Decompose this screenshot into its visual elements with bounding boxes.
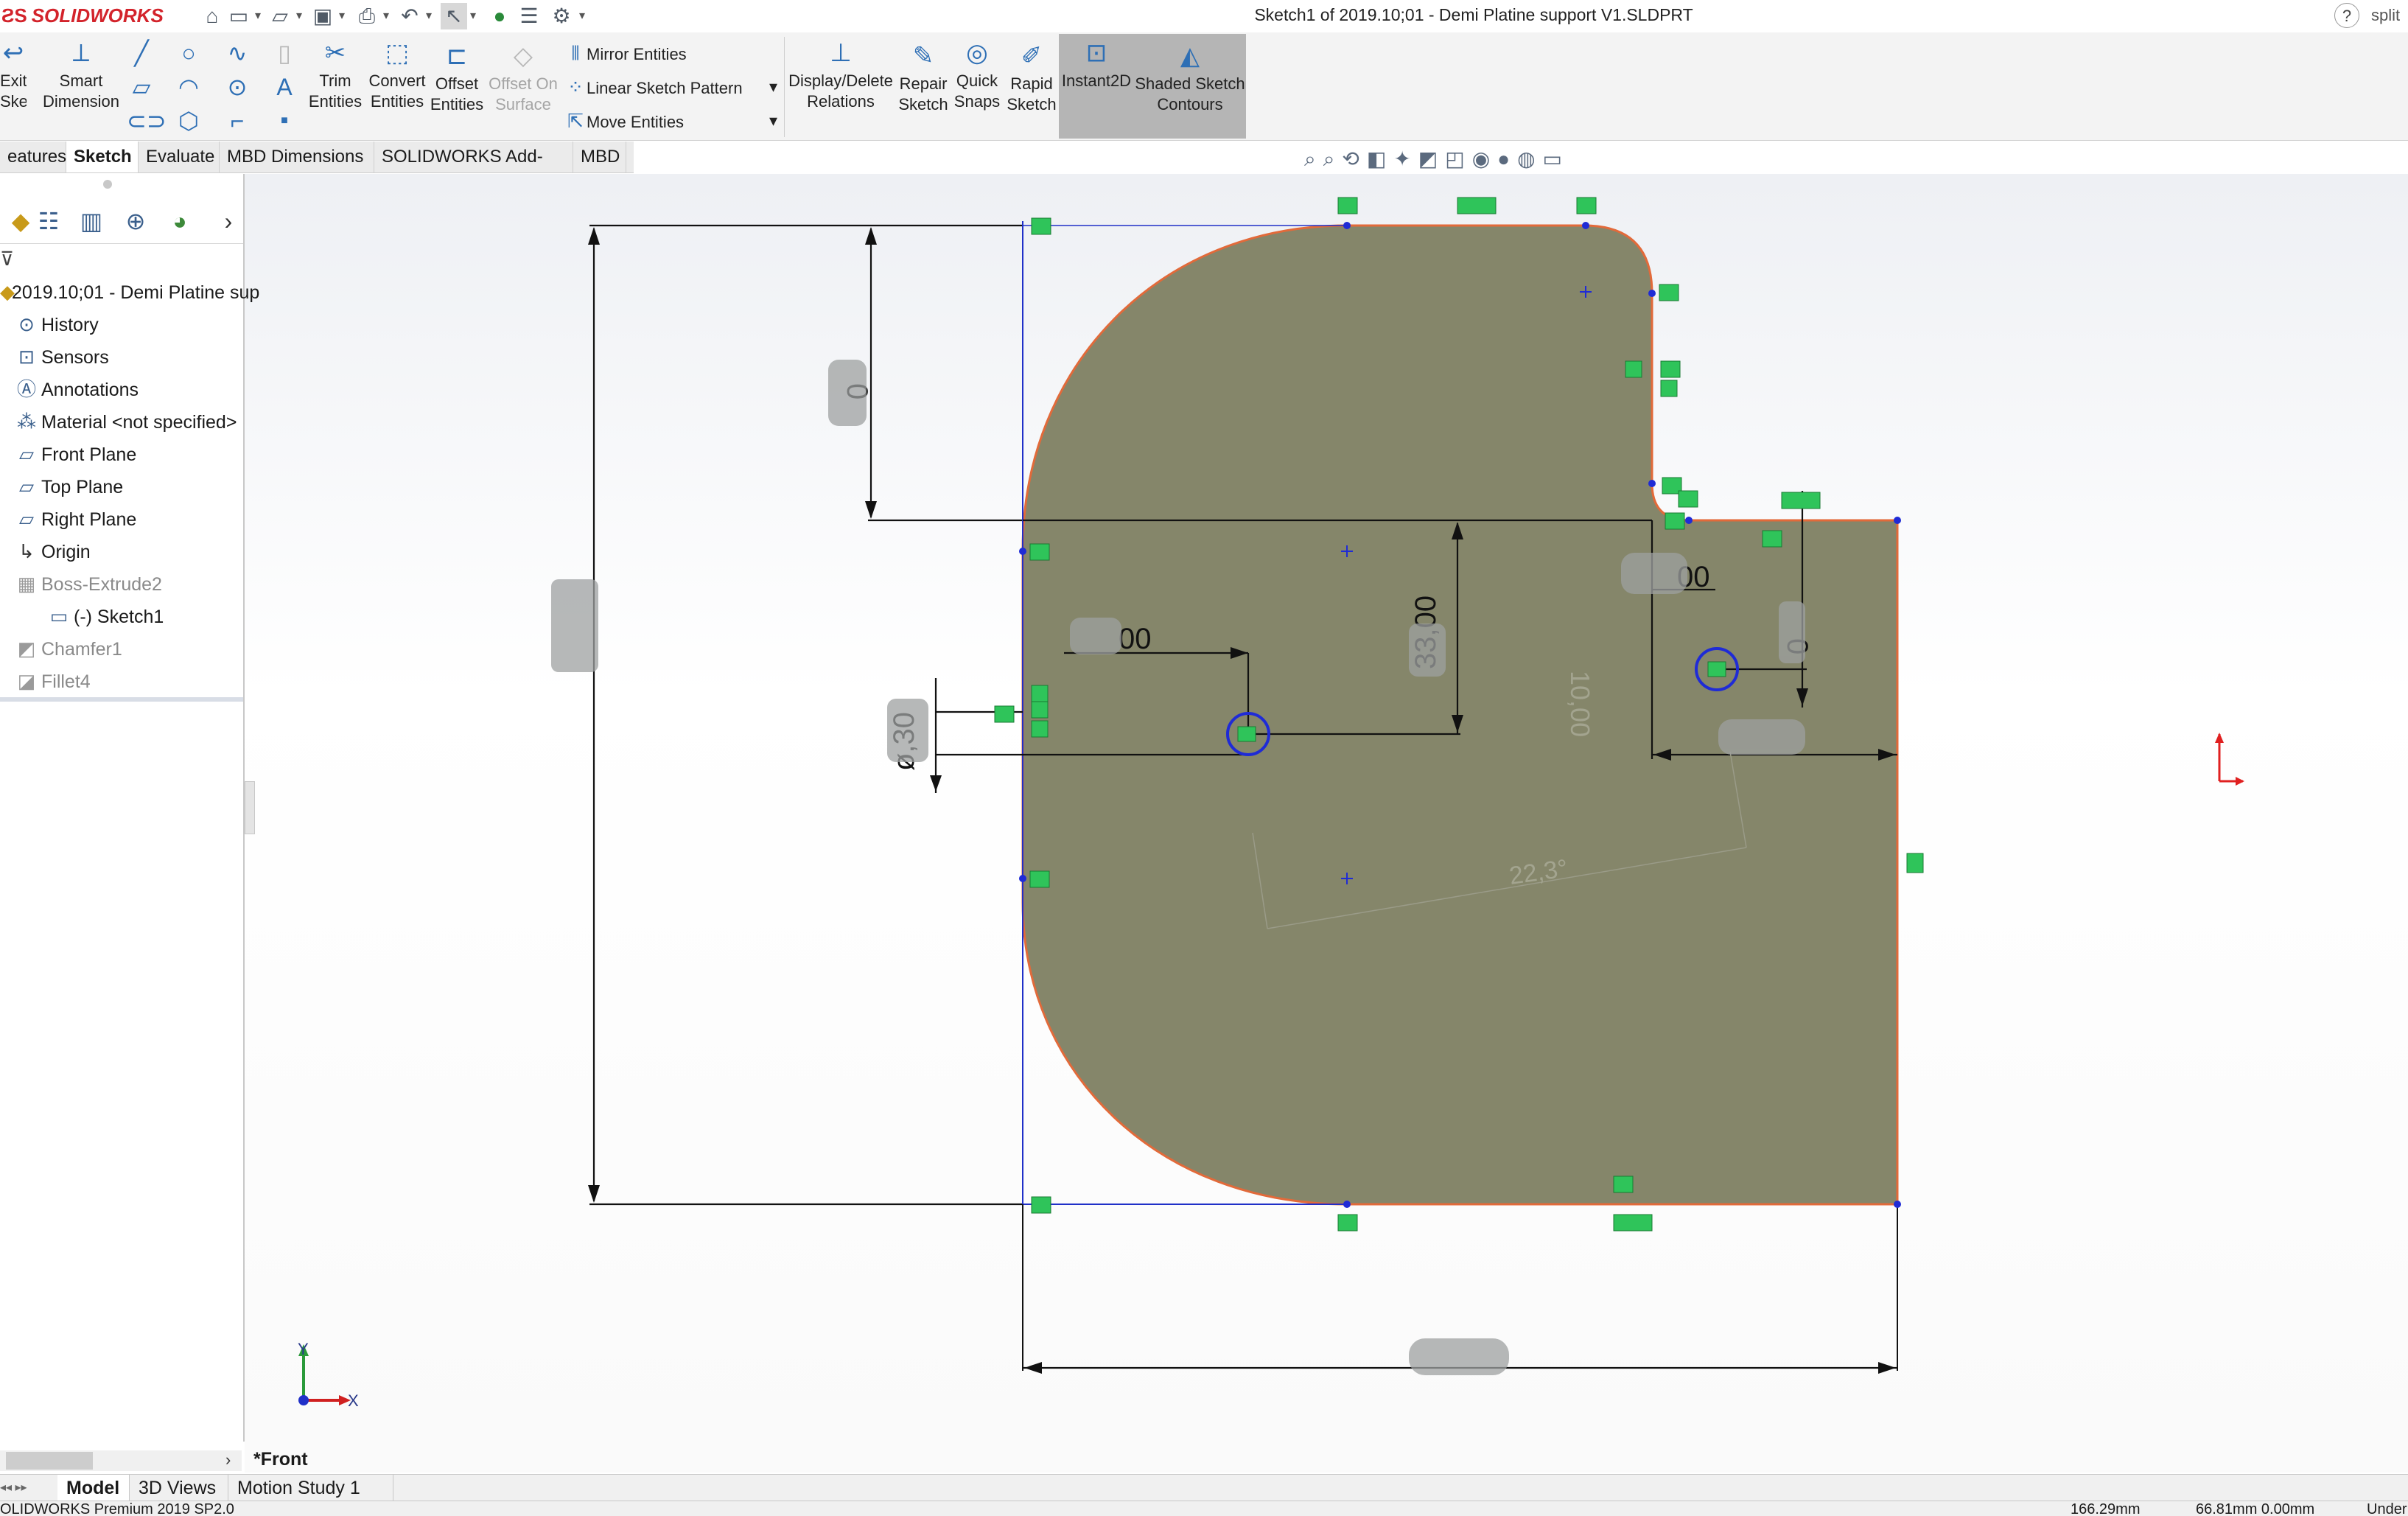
tree-item-front-plane[interactable]: ▱ Front Plane	[12, 438, 136, 470]
tree-root-label: 2019.10;01 - Demi Platine sup	[12, 282, 260, 303]
tree-item-origin[interactable]: ↳ Origin	[12, 535, 91, 567]
panel-collapse-handle[interactable]	[245, 781, 255, 834]
status-sketch-state: Under	[2367, 1501, 2407, 1516]
tree-item-label: Fillet4	[41, 671, 91, 692]
tab-3d-views[interactable]: 3D Views	[130, 1475, 228, 1501]
extrude-icon: ▦	[17, 573, 36, 595]
sensors-icon: ⊡	[18, 346, 35, 368]
tree-item-annotations[interactable]: Ⓐ Annotations	[12, 373, 139, 405]
arrowhead	[865, 501, 877, 519]
sketch-origin-indicator	[2215, 733, 2244, 786]
tree-item-label: Chamfer1	[41, 639, 122, 660]
scrollbar-thumb[interactable]	[6, 1452, 93, 1470]
sketch-canvas[interactable]: 0 00 33,00 ø,30 00 0 10,00 22,3° Y X	[0, 0, 2408, 1515]
tab-scroll-arrows-icon[interactable]: ◂◂ ▸▸	[0, 1475, 53, 1501]
scroll-right-chevron-icon[interactable]: ›	[225, 1450, 231, 1470]
tree-item-boss-extrude2[interactable]: ▦ Boss-Extrude2	[12, 567, 162, 600]
tab-model[interactable]: Model	[57, 1475, 130, 1501]
chamfer-icon: ◩	[17, 638, 36, 660]
display-manager-tab-icon[interactable]: ◕	[159, 199, 200, 243]
annotations-icon: Ⓐ	[16, 378, 36, 400]
material-icon: ⁂	[17, 411, 36, 433]
tree-item-label: Material <not specified>	[41, 412, 237, 433]
triad-x-label: X	[348, 1391, 359, 1410]
part-icon: ◆	[0, 281, 15, 303]
panel-splitter[interactable]	[0, 697, 243, 702]
panel-expand-chevron-icon[interactable]: ›	[208, 199, 249, 243]
filter-icon[interactable]: ⊽	[0, 248, 14, 270]
tree-item-sketch1[interactable]: ▭ (-) Sketch1	[44, 600, 164, 632]
tree-item-label: Top Plane	[41, 477, 124, 497]
arrowhead	[1878, 1362, 1896, 1374]
status-product-version: OLIDWORKS Premium 2019 SP2.0	[0, 1501, 234, 1516]
panel-grip-icon[interactable]	[103, 180, 112, 189]
triad-y-label: Y	[298, 1340, 309, 1358]
arrowhead	[588, 1185, 600, 1203]
sketch-icon: ▭	[49, 605, 69, 627]
status-coord-yz: 66.81mm 0.00mm	[2196, 1501, 2315, 1516]
property-manager-tab-icon[interactable]: ☷	[28, 199, 69, 243]
tree-item-top-plane[interactable]: ▱ Top Plane	[12, 470, 123, 503]
fillet-icon: ◪	[17, 670, 36, 692]
arrowhead	[588, 227, 600, 245]
status-coord-x: 166.29mm	[2071, 1501, 2141, 1516]
dimension-hole1-horizontal[interactable]: 00	[1119, 623, 1152, 655]
origin-icon: ↳	[18, 540, 35, 562]
plane-icon: ▱	[19, 443, 34, 465]
tree-item-fillet4[interactable]: ◪ Fillet4	[12, 665, 91, 697]
plane-icon: ▱	[19, 508, 34, 530]
arrowhead	[865, 227, 877, 245]
tree-item-label: (-) Sketch1	[74, 607, 164, 627]
plane-icon: ▱	[19, 475, 34, 497]
tree-item-label: Front Plane	[41, 444, 137, 465]
tree-item-label: Right Plane	[41, 509, 137, 530]
tree-item-history[interactable]: ⊙ History	[12, 308, 99, 340]
tree-item-label: History	[41, 315, 99, 335]
tree-item-label: Origin	[41, 542, 91, 562]
tree-item-label: Sensors	[41, 347, 109, 368]
tree-item-chamfer1[interactable]: ◩ Chamfer1	[12, 632, 122, 665]
configuration-manager-tab-icon[interactable]: ▥	[71, 199, 112, 243]
left-height-dimension[interactable]	[589, 224, 1023, 1206]
history-icon: ⊙	[18, 313, 35, 335]
arrowhead	[930, 775, 942, 792]
tree-item-sensors[interactable]: ⊡ Sensors	[12, 340, 109, 373]
tree-item-label: Boss-Extrude2	[41, 574, 162, 595]
tree-root[interactable]: ◆2019.10;01 - Demi Platine sup	[0, 276, 259, 308]
tree-item-material[interactable]: ⁂ Material <not specified>	[12, 405, 237, 438]
view-name-label: *Front	[253, 1449, 308, 1470]
bottom-tab-bar: ◂◂ ▸▸ Model 3D Views Motion Study 1	[0, 1474, 2408, 1501]
tree-item-right-plane[interactable]: ▱ Right Plane	[12, 503, 136, 535]
dimxpert-manager-tab-icon[interactable]: ⊕	[115, 199, 156, 243]
panel-tabs: ◆ ☷ ▥ ⊕ ◕ ›	[0, 199, 243, 244]
tab-motion-study-1[interactable]: Motion Study 1	[228, 1475, 393, 1501]
arrowhead	[1024, 1362, 1042, 1374]
ghost-dimension-vertical: 10,00	[1565, 671, 1595, 737]
tree-item-label: Annotations	[41, 380, 139, 400]
status-bar: OLIDWORKS Premium 2019 SP2.0 166.29mm 66…	[0, 1501, 2408, 1516]
